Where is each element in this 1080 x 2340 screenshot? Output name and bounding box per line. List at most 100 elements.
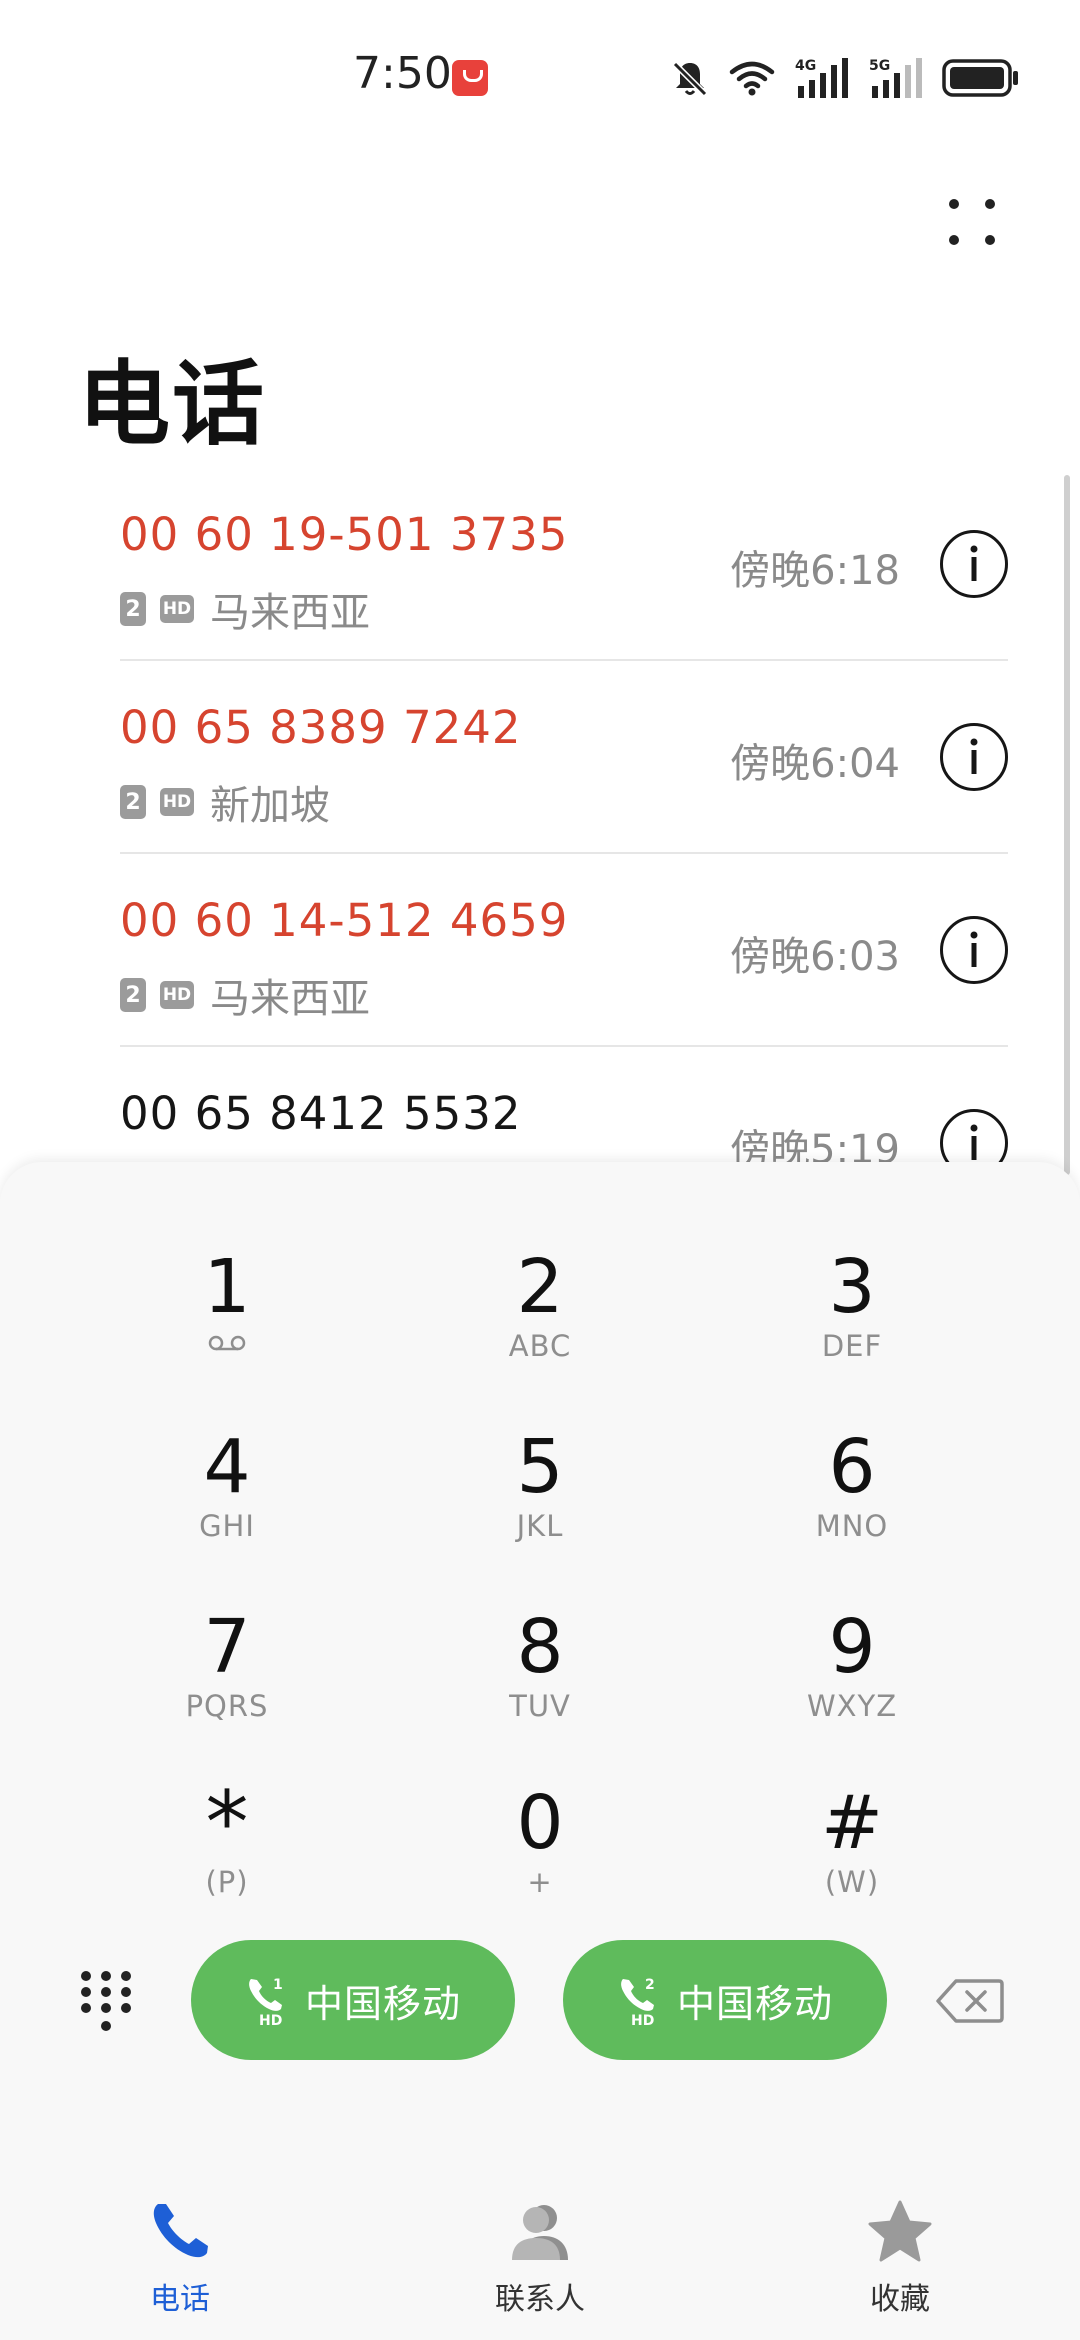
key-digit: * [205, 1773, 249, 1873]
status-bar: 7:50 4G 5G [0, 0, 1080, 150]
more-options-button[interactable] [940, 190, 1004, 254]
nav-item-favorites[interactable]: 收藏 [800, 2198, 1000, 2318]
call-log-list[interactable]: 00 60 19-501 3735 2 HD 马来西亚 傍晚6:18 00 65… [0, 468, 1080, 1168]
contacts-icon [512, 2205, 568, 2260]
signal-5g-icon: 5G [869, 58, 922, 98]
call-time: 傍晚5:19 [730, 1127, 900, 1168]
key-letters: (W) [824, 1865, 880, 1899]
key-letters: WXYZ [806, 1689, 898, 1723]
dialpad-toggle-button[interactable] [76, 1968, 136, 2038]
call-number: 00 60 19-501 3735 [120, 508, 569, 561]
call-info-button[interactable] [940, 723, 1008, 791]
dial-key-5[interactable]: 5 JKL [430, 1426, 650, 1586]
phone-hd-sim1-icon: 1 HD [249, 1977, 283, 2027]
call-meta: 2 HD 马来西亚 [120, 966, 370, 1024]
backspace-button[interactable] [936, 1978, 1004, 2024]
nav-label: 收藏 [870, 2282, 930, 2317]
call-time: 傍晚6:04 [730, 741, 900, 787]
bell-muted-icon [672, 61, 708, 97]
key-letters: MNO [815, 1509, 889, 1543]
call-log-row[interactable]: 00 60 19-501 3735 2 HD 马来西亚 傍晚6:18 [120, 468, 1008, 661]
star-icon [868, 2200, 932, 2262]
call-location: 马来西亚 [210, 590, 370, 636]
dial-key-7[interactable]: 7 PQRS [117, 1606, 337, 1766]
dial-key-0[interactable]: 0 + [430, 1782, 650, 1942]
call-log-row[interactable]: 00 65 8389 7242 2 HD 新加坡 傍晚6:04 [120, 661, 1008, 854]
call-button-label: 中国移动 [676, 1981, 833, 2026]
key-digit: 3 [828, 1244, 876, 1330]
dial-key-6[interactable]: 6 MNO [742, 1426, 962, 1586]
call-number: 00 65 8389 7242 [120, 701, 522, 754]
network-label-2: 5G [869, 58, 890, 74]
call-info-button[interactable] [940, 1109, 1008, 1168]
signal-4g-icon: 4G [795, 58, 848, 98]
call-time: 傍晚6:03 [730, 934, 900, 980]
hd-badge: HD [160, 595, 194, 623]
page-title: 电话 [78, 351, 267, 458]
wifi-icon [729, 61, 775, 96]
bottom-nav: 电话 联系人 收藏 [0, 2172, 1080, 2340]
dial-key-1[interactable]: 1 [117, 1246, 337, 1406]
dial-key-2[interactable]: 2 ABC [430, 1246, 650, 1406]
call-number: 00 60 14-512 4659 [120, 894, 569, 947]
info-icon [970, 931, 978, 967]
key-letters: GHI [199, 1509, 255, 1543]
call-time: 傍晚6:18 [730, 548, 900, 594]
phone-icon [153, 2204, 208, 2258]
key-digit: 2 [516, 1244, 564, 1330]
call-sim-number: 1 [273, 1977, 283, 1993]
sim-badge: 2 [120, 978, 146, 1012]
call-number: 00 65 8412 5532 [120, 1087, 522, 1140]
dial-key-8[interactable]: 8 TUV [430, 1606, 650, 1766]
dialpad-action-row: 1 HD 中国移动 2 HD 中国移动 [0, 1940, 1080, 2062]
call-hd-label: HD [631, 2013, 654, 2027]
hd-badge: HD [160, 788, 194, 816]
dial-key-9[interactable]: 9 WXYZ [742, 1606, 962, 1766]
info-icon [970, 545, 978, 581]
call-location: 马来西亚 [210, 976, 370, 1022]
key-letters: DEF [821, 1329, 883, 1363]
dialpad-icon [81, 1971, 131, 2031]
key-digit: 6 [828, 1424, 876, 1510]
key-letters: PQRS [185, 1689, 269, 1723]
dialpad-sheet: 1 2 ABC 3 DEF 4 GHI 5 JKL 6 MNO 7 PQRS 8… [0, 1162, 1080, 2172]
call-meta: 2 HD 马来西亚 [120, 580, 370, 638]
call-sim-number: 2 [645, 1977, 655, 1993]
key-letters: (P) [205, 1865, 249, 1899]
status-icons: 4G 5G [670, 56, 1020, 100]
key-digit: 4 [203, 1424, 251, 1510]
call-log-row[interactable]: 00 60 14-512 4659 2 HD 马来西亚 傍晚6:03 [120, 854, 1008, 1047]
battery-icon [942, 59, 1018, 97]
call-sim2-button[interactable]: 2 HD 中国移动 [563, 1940, 887, 2060]
scrollbar[interactable] [1064, 475, 1070, 1175]
key-letters: JKL [516, 1509, 564, 1543]
voicemail-icon [208, 1335, 246, 1351]
dial-key-hash[interactable]: # (W) [742, 1782, 962, 1942]
dial-key-3[interactable]: 3 DEF [742, 1246, 962, 1406]
call-info-button[interactable] [940, 916, 1008, 984]
sim-badge: 2 [120, 592, 146, 626]
call-log-row[interactable]: 00 65 8412 5532 傍晚5:19 [120, 1047, 1008, 1168]
key-digit: 7 [203, 1604, 251, 1690]
key-digit: 1 [203, 1244, 251, 1330]
key-letters: TUV [509, 1689, 571, 1723]
more-dots-icon [949, 199, 995, 245]
dial-key-star[interactable]: * (P) [117, 1773, 337, 1942]
key-letters: ABC [508, 1329, 572, 1363]
info-icon [970, 738, 978, 774]
dial-key-4[interactable]: 4 GHI [117, 1426, 337, 1586]
info-icon [970, 1124, 978, 1160]
key-letters: + [527, 1865, 553, 1899]
key-digit: 0 [516, 1780, 564, 1866]
backspace-icon [936, 1979, 1004, 2023]
key-digit: 8 [516, 1604, 564, 1690]
nav-item-contacts[interactable]: 联系人 [440, 2198, 640, 2318]
call-button-label: 中国移动 [304, 1981, 461, 2026]
call-info-button[interactable] [940, 530, 1008, 598]
call-location: 新加坡 [210, 783, 330, 829]
call-sim1-button[interactable]: 1 HD 中国移动 [191, 1940, 515, 2060]
nav-item-phone[interactable]: 电话 [80, 2198, 280, 2318]
app-notification-icon [452, 60, 488, 96]
key-digit: 5 [516, 1424, 564, 1510]
key-digit: # [820, 1780, 883, 1866]
